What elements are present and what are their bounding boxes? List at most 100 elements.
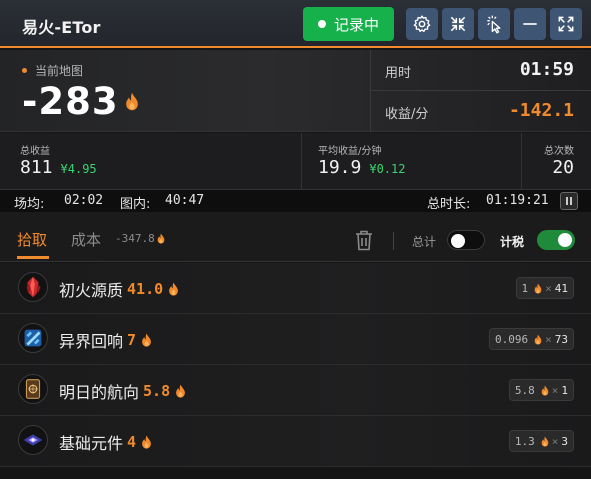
income-rate-label: 收益/分 [385,107,429,122]
current-map-label-text: 当前地图 [35,64,84,78]
item-price: 4 [127,433,137,451]
cost-value-number: -347.8 [115,232,155,245]
pause-button[interactable] [560,192,578,210]
total-income-label: 总收益 [20,146,50,157]
trash-icon[interactable] [354,229,374,251]
flame-icon [168,282,179,296]
item-price: 41.0 [127,280,164,298]
item-unit-price: 5.8 [514,383,535,397]
list-item[interactable]: 异界回响 7 0.096 × 73 [0,314,591,365]
item-price: 5.8 [143,382,171,400]
flame-icon [534,283,542,294]
list-item[interactable]: 基础元件 4 1.3 × 3 [0,416,591,467]
flame-icon [157,233,165,244]
blue-crystal-icon [18,323,48,353]
item-name-text: 明日的航向 [59,383,140,402]
fire-crystal-icon [18,272,48,302]
tab-cost[interactable]: 成本 [71,229,101,250]
card-icon [18,374,48,404]
expand-button[interactable] [550,8,582,40]
elapsed-time-label: 用时 [385,66,412,81]
avg-income-value: 19.9 [318,157,362,178]
totals-panel: 总收益 811 ¥4.95 平均收益/分钟 19.9 ¥0.12 总次数 20 [0,133,591,190]
collapse-button[interactable] [442,8,474,40]
item-name-text: 基础元件 [59,434,124,453]
flame-icon [534,334,542,345]
click-through-button[interactable] [478,8,510,40]
record-dot-icon [317,20,326,28]
tax-toggle[interactable] [537,230,575,250]
item-name-text: 初火源质 [59,281,124,300]
cost-value: -347.8 [115,232,165,245]
times-icon: × [545,281,552,295]
settings-button[interactable] [406,8,438,40]
income-rate-value: -142.1 [508,100,574,121]
total-count-value: 20 [552,157,574,178]
title-bar: 易火-ETor 记录中 [0,0,591,48]
total-count-label: 总次数 [544,146,574,157]
time-summary-bar: 场均: 02:02 图内: 40:47 总时长: 01:19:21 [0,190,591,212]
current-map-number: -283 [22,80,119,123]
gear-icon [413,15,431,33]
total-income-value: 811 [20,157,53,178]
list-item[interactable]: 明日的航向 5.8 5.8 × 1 [0,365,591,416]
list-item[interactable]: 初火源质 41.0 1 × 41 [0,263,591,314]
times-icon: × [551,383,559,397]
flame-icon [141,333,152,347]
divider [393,232,394,250]
total-toggle-label: 总计 [412,235,437,249]
tab-bar: 拾取 成本 -347.8 总计 计税 [0,212,591,262]
flame-icon [541,436,549,447]
current-map-panel: 当前地图 -283 用时 01:59 收益/分 -142.1 [0,50,591,132]
times-icon: × [551,434,559,448]
total-toggle[interactable] [447,230,485,250]
times-icon: × [545,332,552,346]
total-income-cell: 总收益 811 ¥4.95 [0,133,301,190]
item-unit-price: 1 [521,281,529,295]
active-tab-indicator [17,256,49,259]
toggle-knob [451,234,465,248]
item-count: 1 [561,383,568,397]
record-label: 记录中 [333,15,379,34]
item-name: 明日的航向 5.8 [59,379,186,403]
minimize-icon [523,23,537,25]
minimize-button[interactable] [514,8,546,40]
cursor-click-icon [487,15,501,34]
toggle-knob [558,233,572,247]
current-map-label: 当前地图 [22,62,83,79]
item-name: 异界回响 7 [59,328,152,352]
total-count-cell: 总次数 20 [521,133,591,190]
app-title: 易火-ETor [22,18,101,37]
current-map-value: -283 [22,80,139,123]
item-count: 3 [561,434,568,448]
tax-toggle-label: 计税 [500,235,525,249]
item-name: 基础元件 4 [59,430,152,454]
item-name-text: 异界回响 [59,332,124,351]
item-unit-price: 1.3 [514,434,535,448]
item-price: 7 [127,331,137,349]
item-name: 初火源质 41.0 [59,277,179,301]
status-dot-icon [22,68,27,73]
tab-pickup[interactable]: 拾取 [17,229,47,250]
avg-income-cell: 平均收益/分钟 19.9 ¥0.12 [301,133,521,190]
flame-icon [141,435,152,449]
in-map-label: 图内: [120,197,151,212]
collapse-icon [450,16,466,32]
record-button[interactable]: 记录中 [303,7,394,41]
total-duration-value: 01:19:21 [486,193,549,208]
elapsed-time-value: 01:59 [519,59,574,80]
item-quantity-badge: 1 × 41 [515,277,574,299]
income-rate-cell: 收益/分 -142.1 [370,91,591,132]
avg-income-label: 平均收益/分钟 [318,146,382,157]
elapsed-time-cell: 用时 01:59 [370,50,591,91]
avg-per-field-value: 02:02 [64,193,104,208]
flame-icon [175,384,186,398]
avg-per-field-label: 场均: [14,197,45,212]
avg-income-money: ¥0.12 [369,162,406,176]
flame-icon [541,385,549,396]
item-unit-price: 0.096 [495,332,529,346]
expand-icon [558,16,574,32]
total-duration-label: 总时长: [427,197,471,212]
item-quantity-badge: 5.8 × 1 [508,379,574,401]
item-quantity-badge: 0.096 × 73 [489,328,574,350]
